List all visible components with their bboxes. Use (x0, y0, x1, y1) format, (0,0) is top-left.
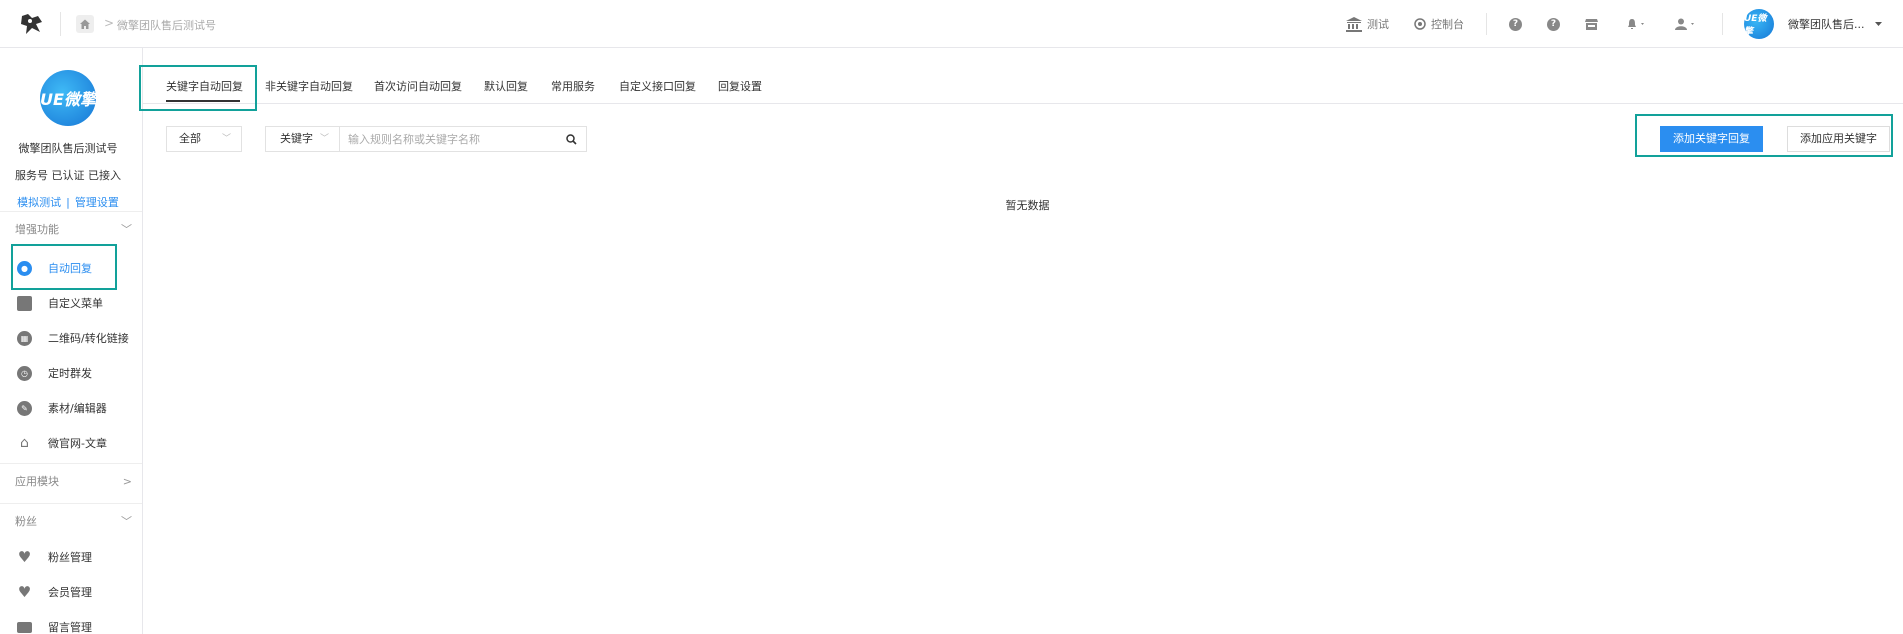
site-logo[interactable] (18, 12, 46, 36)
console-link[interactable]: 控制台 (1414, 0, 1464, 48)
search-type-select[interactable]: 关键字 ﹀ (266, 127, 340, 151)
empty-state-text: 暂无数据 (1005, 199, 1050, 212)
clock-icon: ◷ (17, 365, 32, 381)
tab-first-visit-auto-reply[interactable]: 首次访问自动回复 (374, 78, 462, 94)
section-enhanced-features[interactable]: 增强功能 ﹀ (0, 211, 142, 247)
account-name: 微擎团队售后测试号 (18, 142, 118, 155)
search-icon (565, 133, 577, 145)
chevron-down-icon: ﹀ (221, 134, 231, 144)
sidebar-item-member-management[interactable]: ♥ 会员管理 (0, 575, 142, 609)
tab-reply-settings[interactable]: 回复设置 (718, 78, 762, 94)
target-icon (1414, 18, 1426, 30)
account-avatar: UE微擎 (40, 70, 96, 126)
test-link[interactable]: 测试 (1346, 0, 1389, 48)
account-name: 微擎团队售后... (1788, 18, 1865, 31)
avatar: UE微擎 (1744, 9, 1774, 39)
sidebar-item-auto-reply[interactable]: ● 自动回复 (0, 251, 142, 285)
chevron-down-icon: ﹀ (121, 515, 132, 528)
scope-select[interactable]: 全部 ﹀ (166, 126, 242, 152)
home-icon[interactable] (76, 15, 94, 33)
chevron-down-icon (1874, 22, 1882, 26)
account-status: 服务号 已认证 已接入 (15, 169, 121, 182)
search-button[interactable] (556, 127, 586, 151)
account-menu[interactable]: UE微擎 微擎团队售后... (1744, 0, 1882, 48)
section-fans[interactable]: 粉丝 ﹀ (0, 503, 142, 539)
tab-non-keyword-auto-reply[interactable]: 非关键字自动回复 (265, 78, 353, 94)
tab-default-reply[interactable]: 默认回复 (484, 78, 528, 94)
divider (1722, 0, 1723, 48)
tab-keyword-auto-reply[interactable]: 关键字自动回复 (166, 78, 243, 94)
search-group: 关键字 ﹀ (265, 126, 587, 152)
heart-icon: ♥ (17, 548, 32, 566)
sidebar-item-scheduled-send[interactable]: ◷ 定时群发 (0, 356, 142, 390)
add-keyword-reply-button[interactable]: 添加关键字回复 (1660, 126, 1763, 152)
test-label: 测试 (1367, 18, 1389, 31)
bank-icon (1346, 16, 1362, 32)
sidebar-item-microsite[interactable]: ⌂ 微官网-文章 (0, 426, 142, 460)
divider (60, 12, 61, 36)
chevron-right-icon: > (122, 475, 132, 488)
search-input[interactable] (340, 127, 556, 151)
user-menu-icon[interactable] (1675, 0, 1697, 48)
document-icon (17, 295, 32, 311)
console-label: 控制台 (1431, 18, 1464, 31)
store-icon[interactable] (1585, 0, 1598, 48)
house-icon: ⌂ (20, 435, 29, 451)
top-bar: > 微擎团队售后测试号 测试 控制台 ? ? UE微擎 微擎团队售后... (0, 0, 1903, 48)
notification-bell-icon[interactable] (1627, 0, 1647, 48)
chat-bubble-icon: ● (17, 260, 32, 276)
sidebar-item-materials[interactable]: ✎ 素材/编辑器 (0, 391, 142, 425)
divider (1486, 0, 1487, 48)
sidebar-item-custom-menu[interactable]: 自定义菜单 (0, 286, 142, 320)
qrcode-icon: ▦ (17, 330, 32, 346)
active-tab-indicator (166, 100, 240, 102)
chevron-down-icon: ﹀ (319, 134, 329, 144)
sidebar-item-qrcode[interactable]: ▦ 二维码/转化链接 (0, 321, 142, 355)
sidebar: UE微擎 微擎团队售后测试号 服务号 已认证 已接入 模拟测试 | 管理设置 增强功… (0, 48, 143, 634)
chevron-down-icon: ﹀ (121, 223, 132, 236)
tab-custom-api-reply[interactable]: 自定义接口回复 (619, 78, 696, 94)
sidebar-item-fan-management[interactable]: ♥ 粉丝管理 (0, 540, 142, 574)
question-icon[interactable]: ? (1547, 0, 1560, 48)
mail-icon (17, 621, 32, 633)
pencil-icon: ✎ (17, 400, 32, 416)
help-icon[interactable]: ? (1509, 0, 1522, 48)
tab-bar (143, 48, 1903, 104)
sidebar-item-message-management[interactable]: 留言管理 (0, 610, 142, 634)
heart-icon: ♥ (17, 583, 32, 601)
breadcrumb-account[interactable]: 微擎团队售后测试号 (117, 17, 216, 33)
breadcrumb-separator-icon: > (104, 16, 115, 30)
add-app-keyword-button[interactable]: 添加应用关键字 (1787, 126, 1890, 152)
tab-common-services[interactable]: 常用服务 (551, 78, 595, 94)
section-app-modules[interactable]: 应用模块 > (0, 463, 142, 499)
